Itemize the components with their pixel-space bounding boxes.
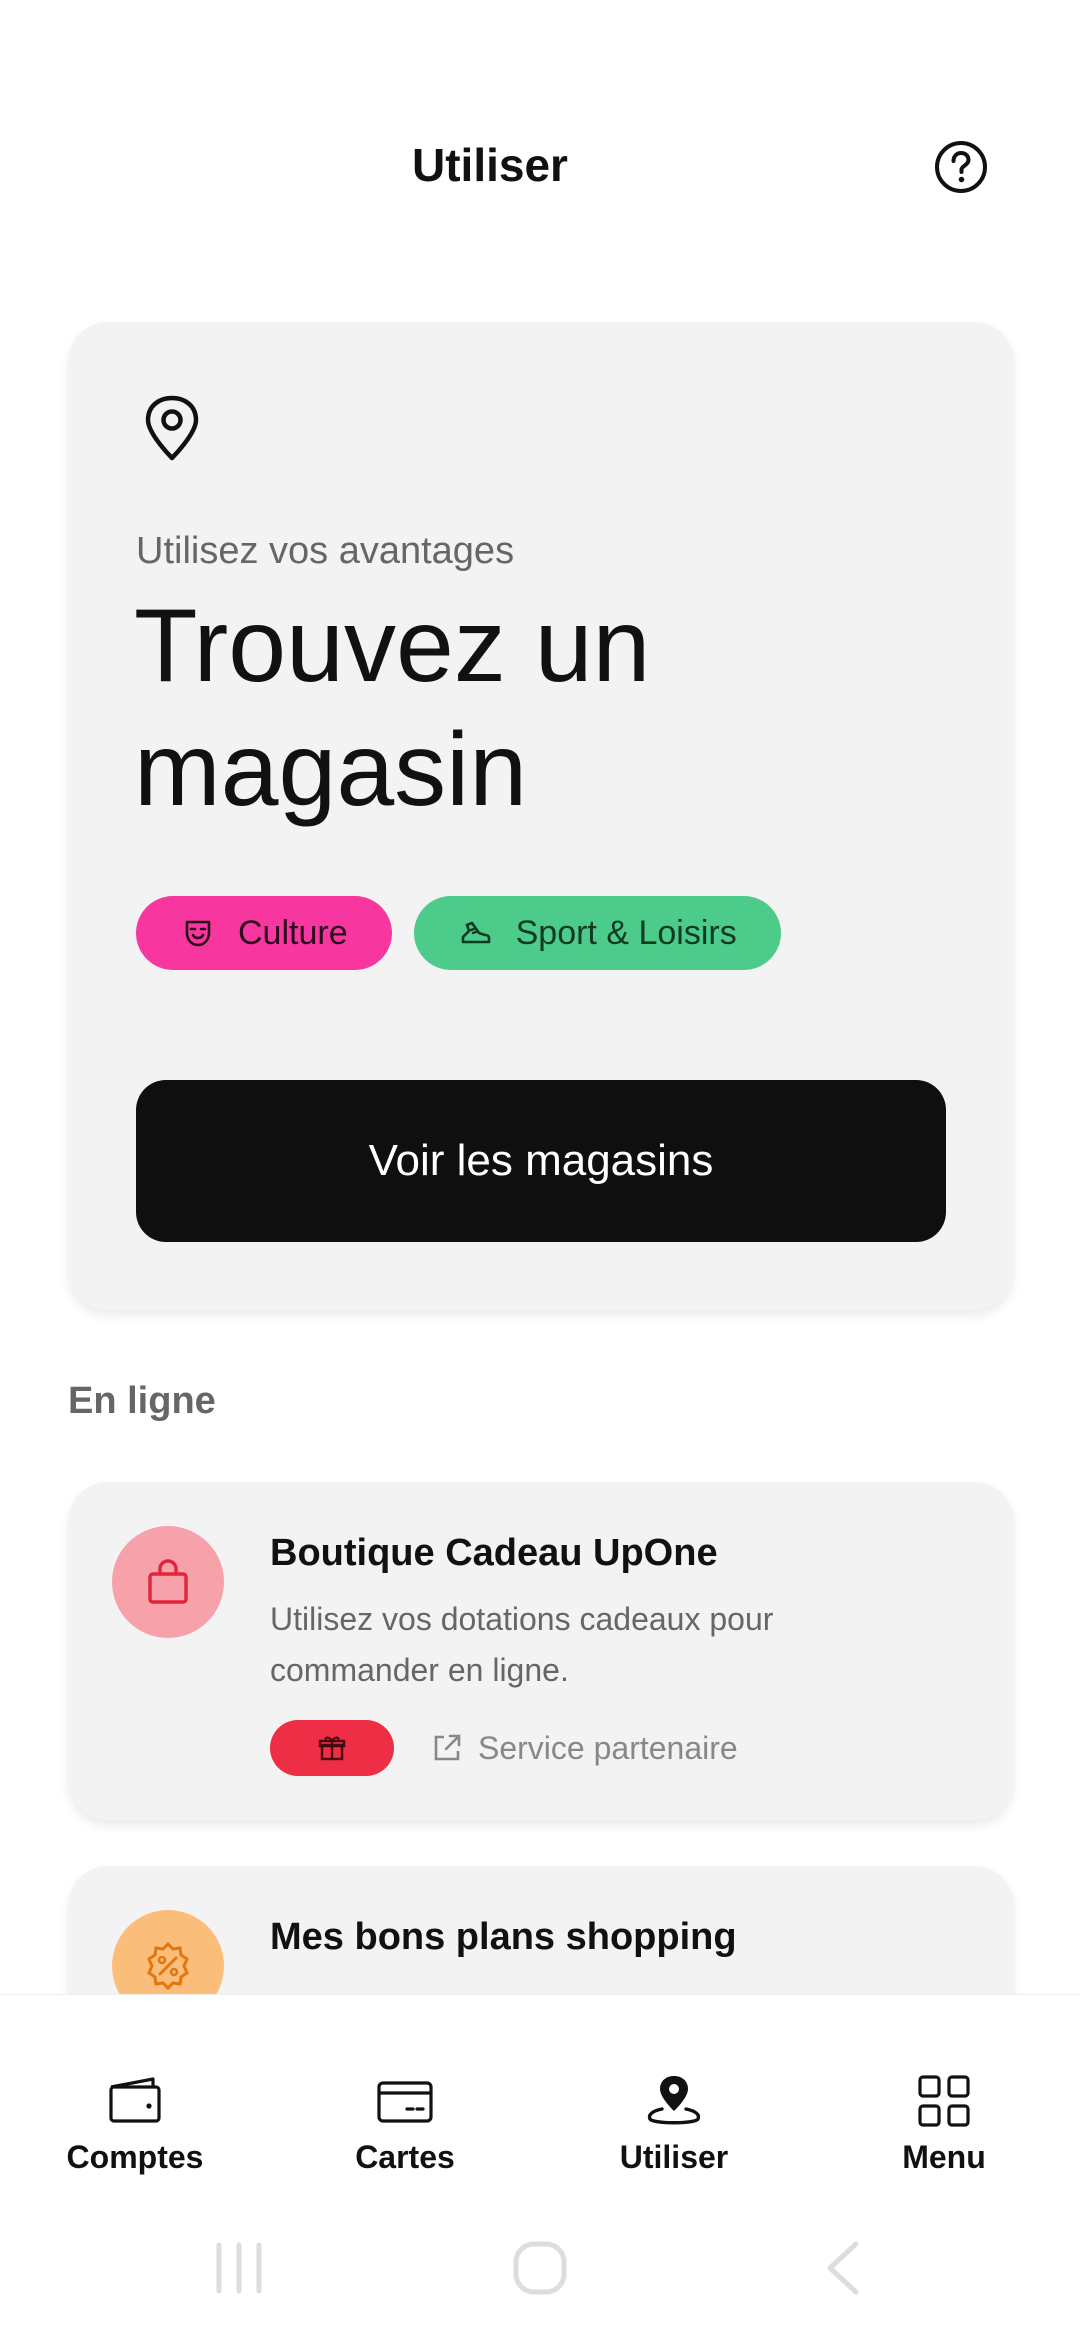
gift-icon [318, 1736, 346, 1761]
shopping-deals-title: Mes bons plans shopping [270, 1916, 737, 1958]
back-icon [827, 2241, 859, 2295]
location-pin-icon [647, 2076, 701, 2125]
chip-culture-label: Culture [238, 913, 348, 952]
back-button[interactable] [822, 2240, 862, 2301]
gift-shop-title: Boutique Cadeau UpOne [270, 1532, 718, 1574]
card-icon [377, 2081, 433, 2123]
bottom-navigation: Comptes Cartes Utiliser Menu [0, 1994, 1080, 2210]
help-circle-icon [935, 141, 987, 193]
partner-service-label: Service partenaire [478, 1729, 738, 1766]
nav-item-utiliser[interactable]: Utiliser [564, 2073, 784, 2176]
nav-label-utiliser: Utiliser [619, 2139, 729, 2175]
shopping-bag-icon [148, 1559, 188, 1604]
nav-label-comptes: Comptes [66, 2139, 204, 2175]
system-navigation-bar [0, 2210, 1080, 2340]
chip-sport-label: Sport & Loisirs [515, 913, 737, 952]
home-icon [513, 2241, 567, 2295]
chip-culture[interactable]: Culture [136, 896, 392, 970]
gift-shop-icon-circle [112, 1526, 224, 1638]
gift-badge [270, 1720, 394, 1776]
gift-shop-card[interactable]: Boutique Cadeau UpOne Utilisez vos dotat… [68, 1482, 1014, 1820]
grid-icon [918, 2075, 970, 2127]
gift-shop-description: Utilisez vos dotations cadeaux pour comm… [270, 1601, 774, 1688]
external-link-icon [434, 1734, 461, 1761]
store-card-title: Trouvez un magasin [134, 588, 651, 828]
map-pin-icon [140, 394, 204, 462]
nav-item-menu[interactable]: Menu [834, 2073, 1054, 2176]
discount-badge-icon [147, 1941, 189, 1991]
nav-item-cartes[interactable]: Cartes [295, 2073, 515, 2176]
gift-shop-meta: Service partenaire [270, 1720, 738, 1776]
partner-service-link[interactable]: Service partenaire [430, 1730, 738, 1767]
nav-label-cartes: Cartes [355, 2139, 455, 2175]
theater-mask-icon [185, 920, 211, 947]
recent-apps-button[interactable] [214, 2240, 264, 2301]
store-card-subtitle: Utilisez vos avantages [136, 530, 515, 572]
nav-item-comptes[interactable]: Comptes [25, 2073, 245, 2176]
chip-sport-loisirs[interactable]: Sport & Loisirs [413, 896, 781, 970]
find-store-card: Utilisez vos avantages Trouvez un magasi… [68, 322, 1014, 1310]
app-header: Utiliser [0, 0, 1080, 330]
category-chips: Culture Sport & Loisirs [136, 896, 781, 970]
recent-apps-icon [216, 2242, 262, 2294]
see-stores-button[interactable]: Voir les magasins [136, 1080, 946, 1242]
wallet-icon [109, 2077, 161, 2123]
page-title: Utiliser [412, 139, 568, 191]
home-button[interactable] [512, 2240, 568, 2301]
online-section-title: En ligne [68, 1380, 216, 1422]
nav-label-menu: Menu [902, 2139, 986, 2175]
help-button[interactable] [934, 140, 988, 194]
sneaker-icon [461, 921, 490, 944]
